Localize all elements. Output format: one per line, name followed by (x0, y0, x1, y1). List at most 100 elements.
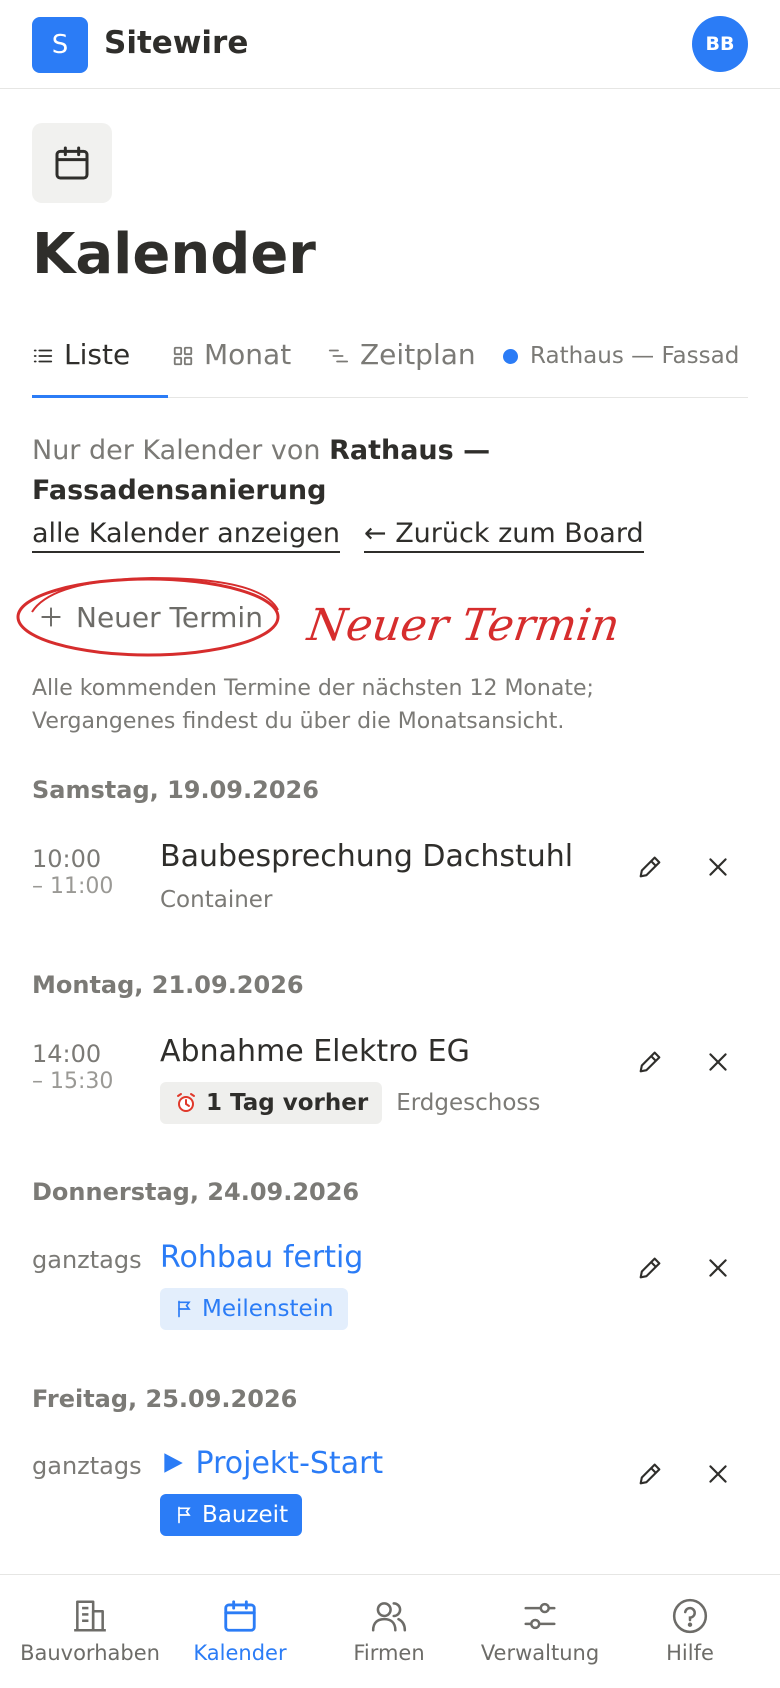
edit-event-button[interactable] (630, 847, 670, 887)
delete-event-button[interactable] (698, 1248, 738, 1288)
pencil-icon (639, 1257, 661, 1279)
event-title[interactable]: Projekt-Start (160, 1446, 383, 1481)
nav-item-kalender[interactable]: Kalender (162, 1575, 318, 1688)
milestone-badge: Meilenstein (160, 1288, 348, 1330)
event-title[interactable]: Abnahme Elektro EG (160, 1034, 470, 1069)
app-logo[interactable]: S (32, 17, 88, 73)
day-heading: Donnerstag, 24.09.2026 (32, 1178, 360, 1206)
play-icon (164, 1453, 183, 1473)
delete-event-button[interactable] (698, 1454, 738, 1494)
bottom-nav: Bauvorhaben Kalender Firmen Verwaltung H… (0, 1574, 780, 1688)
reminder-badge: 1 Tag vorher (160, 1082, 383, 1124)
nav-label: Firmen (353, 1641, 425, 1665)
reminder-badge-label: 1 Tag vorher (206, 1090, 369, 1116)
event-actions (630, 847, 738, 887)
milestone-badge-label: Meilenstein (202, 1296, 334, 1322)
event-title[interactable]: Rohbau fertig (160, 1240, 363, 1275)
app-header: S Sitewire BB (0, 0, 780, 89)
sliders-icon (524, 1602, 556, 1630)
pencil-icon (639, 1463, 661, 1485)
pencil-icon (639, 856, 661, 878)
help-circle-icon (672, 1598, 708, 1634)
building-icon (74, 1600, 106, 1632)
edit-event-button[interactable] (630, 1042, 670, 1082)
day-heading: Freitag, 25.09.2026 (32, 1385, 298, 1413)
list-icon (33, 349, 53, 363)
edit-event-button[interactable] (630, 1248, 670, 1288)
event-time: ganztags (32, 1246, 142, 1274)
calendar-icon (224, 1600, 256, 1632)
nav-item-verwaltung[interactable]: Verwaltung (462, 1575, 618, 1688)
nav-item-bauvorhaben[interactable]: Bauvorhaben (12, 1575, 168, 1688)
close-icon (709, 858, 727, 876)
tab-liste[interactable]: Liste (32, 330, 168, 398)
close-icon (709, 1259, 727, 1277)
event-time-start: 14:00 (32, 1040, 102, 1068)
event-meta: Container (160, 887, 272, 913)
event-meta: 1 Tag vorher Erdgeschoss (160, 1082, 540, 1124)
event-time: 10:00 – 11:00 (32, 845, 113, 901)
nav-label: Kalender (193, 1641, 287, 1665)
hint-text: Alle kommenden Termine der nächsten 12 M… (32, 676, 594, 734)
calendar-icon (55, 146, 89, 180)
event-actions (630, 1454, 738, 1494)
annotation-text: Neuer Termin (304, 600, 623, 651)
event-time: 14:00 – 15:30 (32, 1040, 113, 1096)
page-title: Kalender (32, 222, 316, 287)
nav-item-hilfe[interactable]: Hilfe (612, 1575, 768, 1688)
edit-event-button[interactable] (630, 1454, 670, 1494)
project-filter-label: Rathaus — Fassad (530, 343, 740, 369)
tab-zeitplan-label: Zeitplan (360, 338, 476, 371)
logo-letter: S (51, 30, 69, 60)
flag-icon (178, 1506, 191, 1524)
nav-label: Hilfe (666, 1641, 714, 1665)
phase-badge-label: Bauzeit (202, 1502, 289, 1528)
project-color-dot (503, 348, 518, 364)
event-time-start: 10:00 (32, 845, 102, 873)
user-avatar[interactable]: BB (692, 16, 748, 72)
phase-badge: Bauzeit (160, 1494, 303, 1536)
back-to-board-link[interactable]: ← Zurück zum Board (363, 518, 644, 553)
nav-label: Bauvorhaben (20, 1641, 160, 1665)
event-meta: Meilenstein (160, 1288, 348, 1330)
event-actions (630, 1042, 738, 1082)
filter-links: alle Kalender anzeigen ← Zurück zum Boar… (32, 518, 644, 553)
day-heading: Samstag, 19.09.2026 (32, 776, 319, 804)
timeline-icon (328, 349, 349, 363)
show-all-calendars-link[interactable]: alle Kalender anzeigen (32, 518, 340, 553)
event-location: Erdgeschoss (396, 1090, 541, 1116)
event-time: ganztags (32, 1452, 142, 1480)
view-tabs: Liste Monat Zeitplan Rathaus — Fassad (32, 330, 748, 398)
grid-icon (173, 346, 193, 366)
nav-item-firmen[interactable]: Firmen (311, 1575, 467, 1688)
delete-event-button[interactable] (698, 847, 738, 887)
tab-zeitplan[interactable]: Zeitplan (326, 330, 476, 398)
pencil-icon (639, 1051, 661, 1073)
event-time-end: – 15:30 (32, 1069, 114, 1094)
event-time-start: ganztags (32, 1246, 142, 1274)
tab-monat[interactable]: Monat (172, 330, 291, 398)
delete-event-button[interactable] (698, 1042, 738, 1082)
page-calendar-icon-box (32, 123, 112, 203)
tab-monat-label: Monat (204, 338, 292, 371)
event-time-end: – 11:00 (32, 874, 114, 899)
event-title-text: Projekt-Start (195, 1446, 384, 1481)
filter-prefix: Nur der Kalender von (32, 435, 321, 466)
alarm-clock-icon (177, 1093, 195, 1112)
flag-icon (178, 1300, 191, 1318)
close-icon (709, 1465, 727, 1483)
event-title[interactable]: Baubesprechung Dachstuhl (160, 839, 573, 874)
new-event-button[interactable]: Neuer Termin (14, 576, 280, 658)
users-icon (371, 1602, 407, 1632)
project-filter-chip[interactable]: Rathaus — Fassad (503, 343, 748, 369)
event-time-start: ganztags (32, 1452, 142, 1480)
plus-icon (41, 607, 61, 627)
event-location: Container (160, 887, 273, 913)
day-heading: Montag, 21.09.2026 (32, 971, 304, 999)
brand-name: Sitewire (104, 25, 249, 61)
filter-description: Nur der Kalender von Rathaus — Fassadens… (32, 431, 552, 511)
nav-label: Verwaltung (480, 1641, 600, 1665)
event-meta: Bauzeit (160, 1494, 303, 1536)
new-event-label: Neuer Termin (76, 600, 263, 634)
close-icon (709, 1053, 727, 1071)
